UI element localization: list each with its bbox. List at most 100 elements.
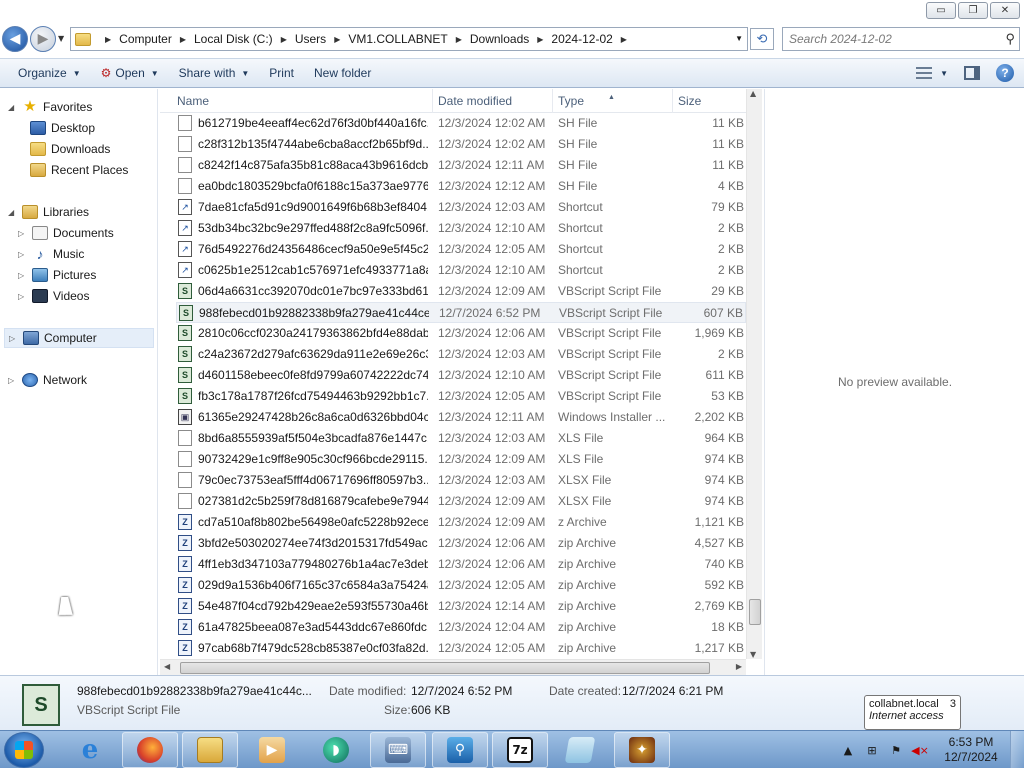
chevron-right-icon[interactable]: ▶ (621, 35, 627, 44)
taskbar-game[interactable]: ✦ (614, 732, 670, 768)
chevron-right-icon[interactable]: ▶ (537, 35, 543, 44)
taskbar-7zip[interactable]: 7z (492, 732, 548, 768)
breadcrumb-user[interactable]: VM1.COLLABNET (348, 32, 447, 46)
print-button[interactable]: Print (259, 66, 304, 80)
horizontal-scroll-thumb[interactable] (180, 662, 710, 674)
file-row[interactable]: Z 3bfd2e503020274ee74f3d2015317fd549ac...… (176, 533, 746, 554)
start-button[interactable] (4, 732, 44, 768)
file-row[interactable]: 53db34bc32bc9e297ffed488f2c8a9fc5096f...… (176, 218, 746, 239)
address-bar[interactable]: ▶ Computer ▶ Local Disk (C:) ▶ Users ▶ V… (70, 27, 748, 51)
breadcrumb-computer[interactable]: Computer (119, 32, 172, 46)
close-button[interactable]: ✕ (990, 2, 1020, 19)
file-row[interactable]: Z 4ff1eb3d347103a779480276b1a4ac7e3deb...… (176, 554, 746, 575)
file-row[interactable]: c0625b1e2512cab1c576971efc4933771a8a... 1… (176, 260, 746, 281)
column-size-header[interactable]: Size (678, 94, 701, 108)
taskbar-firefox[interactable] (122, 732, 178, 768)
nav-network[interactable]: ▷ Network (8, 370, 87, 390)
clock[interactable]: 6:53 PM 12/7/2024 (932, 735, 1010, 765)
file-row[interactable]: Sfb3c178a1787f26fcd75494463b9292bb1c7...… (176, 386, 746, 407)
share-with-menu[interactable]: Share with ▼ (169, 66, 260, 80)
nav-favorites[interactable]: ◢ ★ Favorites (8, 97, 92, 117)
scroll-up-arrow[interactable]: ▲ (750, 89, 756, 98)
taskbar-magnifier[interactable]: ⚲ (432, 732, 488, 768)
taskbar-windows-explorer[interactable] (182, 732, 238, 768)
file-row[interactable]: 79c0ec73753eaf5fff4d06717696ff80597b3...… (176, 470, 746, 491)
file-row[interactable]: S 988febecd01b92882338b9fa279ae41c44ce...… (176, 302, 746, 323)
new-folder-button[interactable]: New folder (304, 66, 381, 80)
vertical-scrollbar[interactable]: ▲ ▼ (746, 89, 762, 659)
refresh-button[interactable]: ⟲ (750, 28, 774, 50)
expand-icon[interactable]: ▷ (18, 250, 28, 259)
file-row[interactable]: Z 61a47825beea087e3ad5443ddc67e860fdc... 1… (176, 617, 746, 638)
nav-pictures[interactable]: ▷ Pictures (18, 265, 96, 285)
chevron-right-icon[interactable]: ▶ (334, 35, 340, 44)
help-icon[interactable]: ? (996, 64, 1014, 82)
address-history-dropdown[interactable]: ▼ (735, 34, 743, 43)
breadcrumb-local-disk[interactable]: Local Disk (C:) (194, 32, 273, 46)
chevron-right-icon[interactable]: ▶ (105, 35, 111, 44)
vertical-scroll-thumb[interactable] (749, 599, 761, 625)
expand-icon[interactable]: ▷ (8, 376, 18, 385)
recent-pages-dropdown[interactable]: ▼ (58, 34, 64, 43)
taskbar-internet-explorer[interactable]: e (62, 732, 118, 768)
chevron-right-icon[interactable]: ▶ (281, 35, 287, 44)
nav-music[interactable]: ▷ ♪ Music (18, 244, 84, 264)
breadcrumb-current-folder[interactable]: 2024-12-02 (551, 32, 612, 46)
file-row[interactable]: Zcd7a510af8b802be56498e0afc5228b92ece...… (176, 512, 746, 533)
file-row[interactable]: 027381d2c5b259f78d816879cafebe9e7944... 1… (176, 491, 746, 512)
chevron-right-icon[interactable]: ▶ (456, 35, 462, 44)
file-row[interactable]: Z 54e487f04cd792b429eae2e593f55730a46b...… (176, 596, 746, 617)
show-hidden-icons-arrow[interactable]: ▲ (841, 743, 855, 757)
nav-documents[interactable]: ▷ Documents (18, 223, 114, 243)
file-row[interactable]: c28f312b135f4744abe6cba8accf2b65bf9d... 1… (176, 134, 746, 155)
preview-pane-icon[interactable] (964, 66, 980, 80)
taskbar-notepad[interactable] (552, 732, 608, 768)
column-divider[interactable] (432, 89, 433, 113)
column-name-header[interactable]: Name (177, 94, 209, 108)
change-view-button[interactable]: ▼ (916, 67, 948, 79)
nav-desktop[interactable]: Desktop (30, 118, 95, 138)
breadcrumb-downloads[interactable]: Downloads (470, 32, 529, 46)
chevron-right-icon[interactable]: ▶ (180, 35, 186, 44)
nav-recent-places[interactable]: Recent Places (30, 160, 128, 180)
search-input[interactable]: Search 2024-12-02 ⚲ (782, 27, 1020, 51)
file-row[interactable]: S 06d4a6631cc392070dc01e7bc97e333bd61... 1… (176, 281, 746, 302)
collapse-icon[interactable]: ◢ (8, 103, 18, 112)
file-row[interactable]: 90732429e1c9ff8e905c30cf966bcde29115... 1… (176, 449, 746, 470)
column-divider[interactable] (672, 89, 673, 113)
breadcrumb-users[interactable]: Users (295, 32, 326, 46)
file-row[interactable]: ea0bdc1803529bcfa0f6188c15a373ae9776... 1… (176, 176, 746, 197)
file-row[interactable]: 7dae81cfa5d91c9d9001649f6b68b3ef8404... 1… (176, 197, 746, 218)
minimize-button[interactable]: ▭ (926, 2, 956, 19)
volume-muted-icon[interactable]: ◀× (911, 743, 929, 757)
horizontal-scrollbar[interactable]: ◀ ▶ (160, 659, 746, 675)
nav-downloads[interactable]: Downloads (30, 139, 110, 159)
scroll-right-arrow[interactable]: ▶ (736, 662, 742, 671)
expand-icon[interactable]: ▷ (18, 229, 28, 238)
network-status-icon[interactable]: ⊞ (865, 743, 879, 757)
file-row[interactable]: Z 029d9a1536b406f7165c37c6584a3a75424a...… (176, 575, 746, 596)
collapse-icon[interactable]: ◢ (8, 208, 18, 217)
expand-icon[interactable]: ▷ (9, 334, 19, 343)
file-row[interactable]: b612719be4eeaff4ec62d76f3d0bf440a16fc...… (176, 113, 746, 134)
forward-button[interactable]: ▶ (30, 26, 56, 52)
taskbar-green-app[interactable]: ◗ (308, 732, 364, 768)
nav-computer[interactable]: ▷ Computer (4, 328, 154, 348)
taskbar-media-player[interactable]: ▶ (244, 732, 300, 768)
file-row[interactable]: Z 97cab68b7f479dc528cb85387e0cf03fa82d...… (176, 638, 746, 659)
file-row[interactable]: ▣ 61365e29247428b26c8a6ca0d6326bbd04c... 1… (176, 407, 746, 428)
maximize-button[interactable]: ❐ (958, 2, 988, 19)
back-button[interactable]: ◀ (2, 26, 28, 52)
column-divider[interactable] (552, 89, 553, 113)
action-center-flag-icon[interactable]: ⚑ (889, 743, 903, 757)
taskbar-network-tool[interactable]: ⌨ (370, 732, 426, 768)
scroll-down-arrow[interactable]: ▼ (750, 650, 756, 659)
expand-icon[interactable]: ▷ (18, 292, 28, 301)
show-desktop-button[interactable] (1010, 731, 1024, 768)
nav-videos[interactable]: ▷ Videos (18, 286, 89, 306)
file-row[interactable]: 8bd6a8555939af5f504e3bcadfa876e1447c... 1… (176, 428, 746, 449)
file-row[interactable]: Sc24a23672d279afc63629da911e2e69e26c3...… (176, 344, 746, 365)
search-icon[interactable]: ⚲ (1005, 31, 1015, 47)
open-menu[interactable]: ⚙ Open ▼ (91, 66, 169, 80)
column-type-header[interactable]: Type (558, 94, 584, 108)
